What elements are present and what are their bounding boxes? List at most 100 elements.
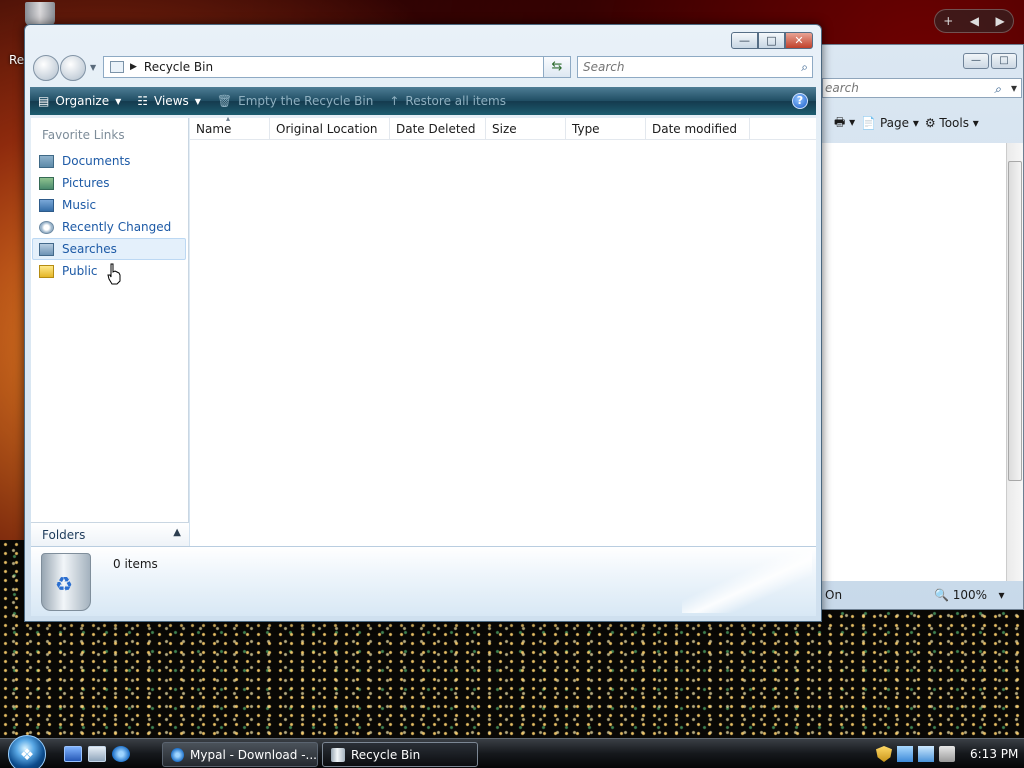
back-button[interactable] [33, 55, 59, 81]
browser-icon [171, 747, 185, 762]
organize-label: Organize [55, 94, 110, 108]
favorite-link-music[interactable]: Music [31, 194, 189, 216]
chevron-up-icon[interactable]: ▲ [173, 527, 181, 538]
ie-window-controls: — □ [963, 53, 1017, 69]
views-icon: ☷ [137, 94, 149, 108]
favorite-link-searches[interactable]: Searches [32, 238, 186, 260]
favorite-link-label: Documents [62, 154, 131, 168]
recycle-bin-icon [41, 553, 91, 611]
sidebar-gadget-controls: + ◀ ▶ [934, 9, 1014, 33]
breadcrumb-chevron-icon[interactable]: ▶ [130, 62, 137, 72]
search-icon[interactable]: ⌕ [801, 57, 808, 77]
music-icon [39, 198, 54, 212]
taskbar-button-recycle-bin[interactable]: Recycle Bin [322, 742, 478, 767]
column-header-size[interactable]: Size [486, 118, 566, 140]
organize-button[interactable]: ▤ Organize ▼ [30, 87, 129, 115]
volume-muted-icon[interactable] [939, 746, 955, 762]
chevron-down-icon[interactable]: ▾ [1011, 79, 1017, 97]
documents-icon [39, 154, 54, 168]
ie-status-text: On [825, 588, 843, 602]
help-icon[interactable]: ? [792, 93, 808, 109]
column-header-date-modified[interactable]: Date modified [646, 118, 750, 140]
restore-arrow-icon: ↑ [389, 94, 400, 108]
search-input[interactable]: Search ⌕ [577, 56, 813, 78]
ie-vertical-scrollbar[interactable] [1006, 143, 1023, 581]
ie-scroll-thumb[interactable] [1008, 161, 1022, 481]
address-bar[interactable]: ▶ Recycle Bin ▼ [103, 56, 571, 78]
show-desktop-icon[interactable] [64, 746, 82, 762]
ie-status-bar: On 🔍 100% ▾ [822, 583, 1024, 607]
ie-window[interactable]: — □ earch ⌕ ▾ 🖶 ▾ 📄 Page ▾ ⚙ Tools ▾ On … [821, 44, 1024, 610]
item-count: 0 items [113, 557, 158, 571]
quick-launch [64, 746, 130, 762]
ie-search-input[interactable]: earch ⌕ ▾ [822, 78, 1022, 98]
favorite-link-label: Searches [62, 242, 117, 256]
file-list[interactable]: Name Original Location Date Deleted Size… [190, 108, 816, 546]
taskbar-button-mypal[interactable]: Mypal - Download -... [162, 742, 318, 767]
switch-windows-icon[interactable] [88, 746, 106, 762]
ie-zoom-control[interactable]: 🔍 100% ▾ [934, 588, 1005, 602]
details-pane: 0 items [31, 546, 816, 616]
column-header-original-location[interactable]: Original Location [270, 118, 390, 140]
column-header-date-deleted[interactable]: Date Deleted [390, 118, 486, 140]
views-label: Views [154, 94, 189, 108]
favorite-link-pictures[interactable]: Pictures [31, 172, 189, 194]
ie-minimize-button[interactable]: — [963, 53, 989, 69]
empty-recycle-bin-label: Empty the Recycle Bin [238, 94, 374, 108]
ie-maximize-button[interactable]: □ [991, 53, 1017, 69]
favorite-link-recently-changed[interactable]: Recently Changed [31, 216, 189, 238]
recycle-bin-icon [331, 747, 345, 762]
taskbar: ❖ Mypal - Download -... Recycle Bin 6:13… [0, 735, 1024, 768]
start-button[interactable]: ❖ [8, 735, 46, 768]
taskbar-button-label: Recycle Bin [351, 747, 421, 762]
folders-toggle[interactable]: Folders ▲ [31, 522, 189, 546]
restore-all-items-label: Restore all items [405, 94, 506, 108]
taskbar-button-label: Mypal - Download -... [190, 747, 317, 762]
gadget-prev-button[interactable]: ◀ [970, 14, 979, 28]
ie-page-menu[interactable]: 📄 Page ▾ [861, 116, 919, 130]
column-header-type[interactable]: Type [566, 118, 646, 140]
column-headers: Name Original Location Date Deleted Size… [190, 108, 816, 140]
close-button[interactable]: ✕ [785, 32, 813, 49]
recycle-bin-window[interactable]: — □ ✕ ▼ ▶ Recycle Bin ▼ ⇆ Search ⌕ ▤ Org… [24, 24, 822, 622]
windows-logo-icon: ❖ [19, 744, 35, 764]
recently-changed-icon [39, 220, 54, 234]
search-icon[interactable]: ⌕ [994, 80, 1001, 98]
breadcrumb-recycle-bin[interactable]: Recycle Bin [144, 60, 213, 74]
search-placeholder: Search [583, 60, 625, 74]
folders-label: Folders [42, 527, 86, 542]
print-icon[interactable]: 🖶 ▾ [834, 113, 855, 134]
maximize-button[interactable]: □ [758, 32, 785, 49]
restore-all-items-button[interactable]: ↑ Restore all items [381, 87, 514, 115]
organize-icon: ▤ [38, 94, 50, 108]
ie-content-area [822, 143, 1006, 581]
clock[interactable]: 6:13 PM [970, 747, 1018, 761]
chevron-down-icon: ▼ [115, 96, 122, 106]
ie-tools-label: Tools [939, 116, 969, 130]
ie-command-bar: 🖶 ▾ 📄 Page ▾ ⚙ Tools ▾ [822, 111, 1024, 135]
ie-tools-menu[interactable]: ⚙ Tools ▾ [925, 116, 979, 130]
recycle-bin-small-icon [110, 61, 124, 73]
forward-button[interactable] [60, 55, 86, 81]
ie-page-label: Page [879, 116, 909, 130]
favorite-link-documents[interactable]: Documents [31, 150, 189, 172]
network-icon[interactable] [897, 746, 913, 762]
recent-pages-chevron-icon[interactable]: ▼ [90, 63, 96, 72]
gadget-add-button[interactable]: + [943, 14, 953, 28]
connection-icon[interactable] [918, 746, 934, 762]
searches-icon [39, 242, 54, 256]
public-folder-icon [39, 264, 54, 278]
views-button[interactable]: ☷ Views ▼ [129, 87, 209, 115]
hand-cursor-icon [107, 263, 121, 285]
empty-recycle-bin-button[interactable]: 🗑 Empty the Recycle Bin [209, 87, 381, 115]
command-bar: ▤ Organize ▼ ☷ Views ▼ 🗑 Empty the Recyc… [30, 87, 816, 115]
refresh-button[interactable]: ⇆ [543, 56, 571, 78]
internet-explorer-icon[interactable] [112, 746, 130, 762]
security-shield-icon[interactable] [876, 746, 892, 762]
minimize-button[interactable]: — [731, 32, 758, 49]
pictures-icon [39, 176, 54, 190]
navigation-pane: Favorite Links Documents Pictures Music … [31, 118, 189, 546]
column-header-name[interactable]: Name [190, 108, 270, 140]
system-tray: 6:13 PM [870, 739, 1024, 768]
gadget-next-button[interactable]: ▶ [996, 14, 1005, 28]
